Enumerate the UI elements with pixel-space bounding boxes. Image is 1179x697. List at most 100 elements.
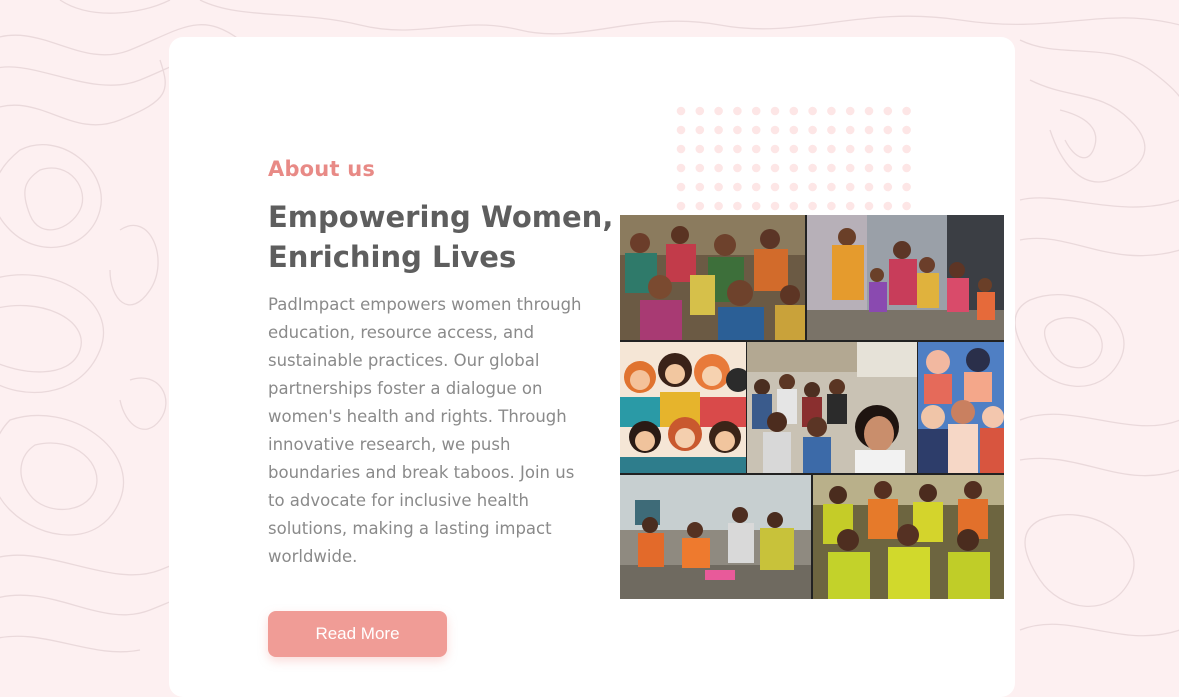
decorative-dot [733,201,742,211]
decorative-dot [808,125,817,135]
decorative-dot [695,144,705,154]
decorative-dot [714,144,723,154]
decorative-dot [733,163,742,173]
decorative-dot [695,163,705,173]
decorative-dot [808,201,817,211]
decorative-dot [695,106,705,116]
women-yellow-saris-photo [813,475,1004,599]
decorative-dot [751,182,761,192]
section-heading: Empowering Women, Enriching Lives [268,197,613,277]
decorative-dot [770,201,780,211]
decorative-dot [695,182,705,192]
decorative-dot [845,106,855,116]
decorative-dot [827,106,836,116]
decorative-dot [808,144,817,154]
decorative-dot [902,201,911,211]
description-line: solutions, making a lasting impact [268,519,552,538]
decorative-dot [751,201,761,211]
decorative-dot [864,125,874,135]
decorative-dot [845,182,855,192]
description-line: education, resource access, and [268,323,535,342]
description-line: sustainable practices. Our global [268,351,540,370]
classroom-students-selfie-photo [747,342,917,473]
decorative-dot [883,144,893,154]
decorative-dot [751,163,761,173]
description-line: PadImpact empowers women through [268,295,582,314]
description-line: worldwide. [268,547,358,566]
decorative-dot [864,144,874,154]
decorative-dot [695,125,705,135]
decorative-dot [695,201,705,211]
decorative-dot [714,201,723,211]
decorative-dot [676,163,686,173]
decorative-dot [770,144,780,154]
decorative-dot [676,182,686,192]
description-line: women's health and rights. Through [268,407,567,426]
women-children-doorway-photo [807,215,1004,340]
decorative-dot [808,182,817,192]
decorative-dot [676,106,686,116]
description-line: partnerships foster a dialogue on [268,379,543,398]
decorative-dot [883,201,893,211]
decorative-dot [883,163,893,173]
decorative-dot [733,182,742,192]
decorative-dot [789,201,799,211]
decorative-dot [864,106,874,116]
illustrated-diverse-women [918,342,1004,473]
decorative-dot [845,201,855,211]
decorative-dot [902,163,911,173]
decorative-dot [845,163,855,173]
decorative-dot [676,125,686,135]
decorative-dot [827,125,836,135]
decorative-dot [789,182,799,192]
illustrated-women-crowd [620,342,746,473]
decorative-dot [883,125,893,135]
decorative-dot [789,144,799,154]
read-more-button[interactable]: Read More [268,611,447,657]
decorative-dot [770,106,780,116]
decorative-dot [789,163,799,173]
decorative-dot [902,125,911,135]
decorative-dot [827,163,836,173]
decorative-dot [733,106,742,116]
decorative-dot [789,125,799,135]
decorative-dot [770,163,780,173]
decorative-dot [751,106,761,116]
decorative-dot-grid [676,106,911,211]
decorative-dot [676,144,686,154]
description-line: to advocate for inclusive health [268,491,529,510]
women-workshop-floor-photo [620,475,811,599]
decorative-dot [864,163,874,173]
decorative-dot [733,125,742,135]
photo-collage [620,215,1004,599]
decorative-dot [827,144,836,154]
decorative-dot [751,144,761,154]
description-line: boundaries and break taboos. Join us [268,463,575,482]
decorative-dot [751,125,761,135]
decorative-dot [827,201,836,211]
section-eyebrow: About us [268,157,376,181]
decorative-dot [902,106,911,116]
decorative-dot [827,182,836,192]
decorative-dot [770,125,780,135]
decorative-dot [883,106,893,116]
description-line: innovative research, we push [268,435,511,454]
decorative-dot [789,106,799,116]
decorative-dot [714,182,723,192]
decorative-dot [714,125,723,135]
decorative-dot [845,144,855,154]
decorative-dot [902,144,911,154]
decorative-dot [714,163,723,173]
decorative-dot [676,201,686,211]
decorative-dot [864,182,874,192]
about-description: PadImpact empowers women through educati… [268,291,588,571]
decorative-dot [733,144,742,154]
decorative-dot [902,182,911,192]
decorative-dot [845,125,855,135]
decorative-dot [808,106,817,116]
decorative-dot [714,106,723,116]
women-group-seated-photo [620,215,805,340]
decorative-dot [883,182,893,192]
decorative-dot [864,201,874,211]
heading-line: Enriching Lives [268,240,517,274]
